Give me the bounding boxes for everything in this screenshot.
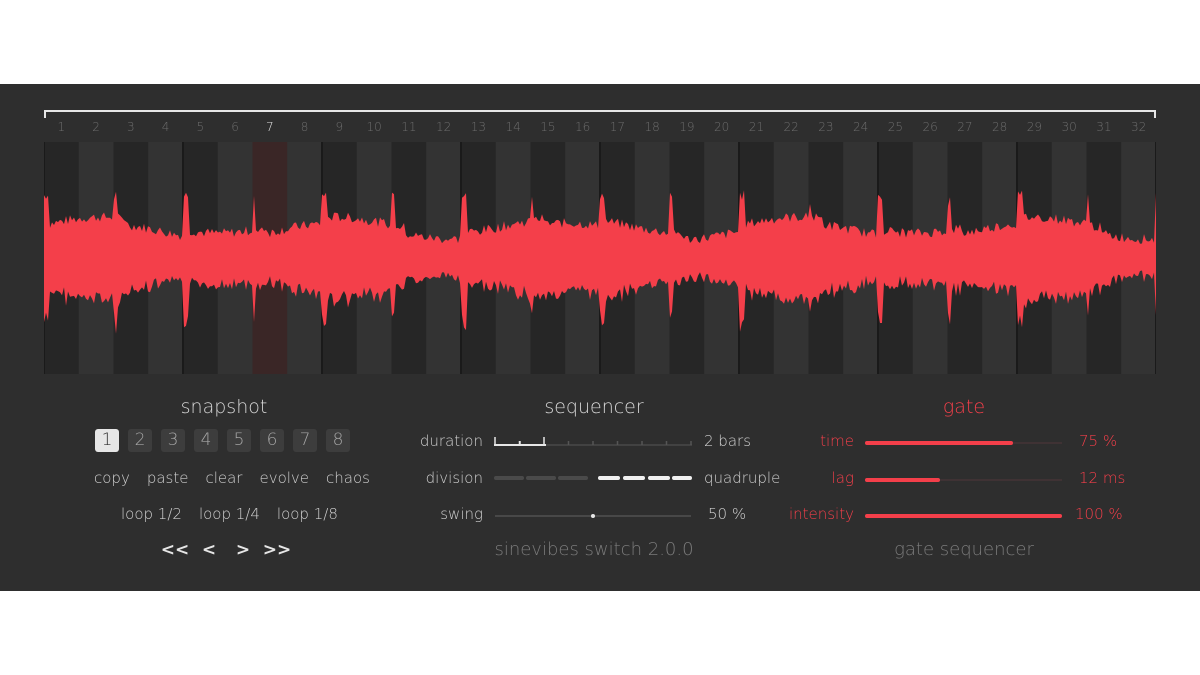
step-number: 27 [957,120,973,134]
step-number: 10 [366,120,382,134]
loop-actions: loop 1/2 loop 1/4 loop 1/8 [121,505,338,523]
snapshot-action-paste[interactable]: paste [147,469,189,487]
step-number: 19 [679,120,695,134]
snapshot-slot-button[interactable]: 7 [293,429,317,452]
snapshot-slot-button[interactable]: 2 [128,429,152,452]
intensity-slider[interactable] [865,514,1062,518]
snapshot-action-evolve[interactable]: evolve [259,469,309,487]
snapshot-slot-button[interactable]: 8 [326,429,350,452]
snapshot-action-clear[interactable]: clear [205,469,242,487]
chevron-left-icon[interactable]: < [192,540,226,560]
step-number: 31 [1096,120,1112,134]
step-number: 15 [540,120,556,134]
step-sequencer-grid[interactable] [44,142,1156,374]
step-number: 4 [161,120,170,134]
product-name: sinevibes switch 2.0.0 [494,539,694,560]
snapshot-action-chaos[interactable]: chaos [326,469,370,487]
step-number: 9 [335,120,344,134]
sequencer-title: sequencer [544,396,644,418]
intensity-value: 100 % [1075,505,1123,523]
snapshot-navigation: << < > >> [158,540,294,560]
step-number: 1 [57,120,66,134]
double-chevron-left-icon[interactable]: << [158,540,192,560]
gate-title: gate [942,396,986,418]
step-number: 11 [401,120,417,134]
snapshot-slot-buttons: 12345678 [95,429,350,452]
lag-value: 12 ms [1079,469,1126,487]
lag-slider[interactable] [865,478,1062,482]
intensity-label: intensity [788,505,854,523]
division-selector[interactable] [494,474,694,482]
step-number: 23 [818,120,834,134]
step-number: 13 [470,120,487,134]
swing-value: 50 % [708,505,747,523]
loop-button[interactable]: loop 1/8 [277,505,338,523]
swing-label: swing [440,505,483,523]
step-numbers: 1 2 3 4 5 6 7 8 9 10 11 12 13 14 15 16 17 18 19 20 21 22 23 24 2… [44,118,1156,138]
waveform-display[interactable] [44,142,1156,374]
snapshot-slot-button[interactable]: 5 [227,429,251,452]
step-number: 2 [92,120,100,134]
time-label: time [820,432,854,450]
duration-label: duration [419,432,483,450]
step-number: 20 [713,120,730,134]
mode-name: gate sequencer [894,539,1034,560]
time-value: 75 % [1079,432,1118,450]
step-number: 12 [435,120,452,134]
chevron-right-icon[interactable]: > [226,540,260,560]
loop-button[interactable]: loop 1/4 [199,505,260,523]
snapshot-slot-button[interactable]: 1 [95,429,119,452]
double-chevron-right-icon[interactable]: >> [260,540,294,560]
duration-value: 2 bars [704,432,752,450]
division-label: division [425,469,483,487]
snapshot-slot-button[interactable]: 6 [260,429,284,452]
snapshot-slot-button[interactable]: 4 [194,429,218,452]
step-number: 8 [300,120,309,134]
lag-label: lag [831,469,854,487]
time-slider-fill [865,441,1013,445]
step-number: 32 [1130,120,1147,134]
loop-button[interactable]: loop 1/2 [121,505,182,523]
swing-slider[interactable] [495,514,691,518]
step-number: 18 [644,120,660,134]
step-number: 16 [574,120,591,134]
snapshot-title: snapshot [180,396,268,418]
step-number: 26 [922,120,938,134]
step-number: 3 [127,120,135,134]
step-number: 17 [609,120,626,134]
snapshot-actions: copy paste clear evolve chaos [94,469,370,487]
step-number: 30 [1061,120,1077,134]
snapshot-slot-button[interactable]: 3 [161,429,185,452]
step-range-bracket[interactable] [44,110,1156,118]
swing-slider-handle[interactable] [591,514,595,518]
step-number: 29 [1026,120,1043,134]
time-slider[interactable] [865,441,1062,445]
step-number: 22 [783,120,799,134]
duration-ruler[interactable] [494,434,694,448]
step-number: 28 [991,120,1008,134]
intensity-slider-fill [865,514,1062,518]
step-number: 24 [852,120,869,134]
step-number: 7 [266,120,274,134]
step-number: 6 [231,120,239,134]
step-number: 25 [887,120,904,134]
lag-slider-fill [865,478,940,482]
plugin-panel: 1 2 3 4 5 6 7 8 9 10 11 12 13 14 15 16 17 18 19 20 21 22 23 24 2… [0,84,1200,591]
step-number: 14 [505,120,521,134]
step-number: 5 [196,120,205,134]
snapshot-action-copy[interactable]: copy [94,469,130,487]
step-number: 21 [748,120,765,134]
